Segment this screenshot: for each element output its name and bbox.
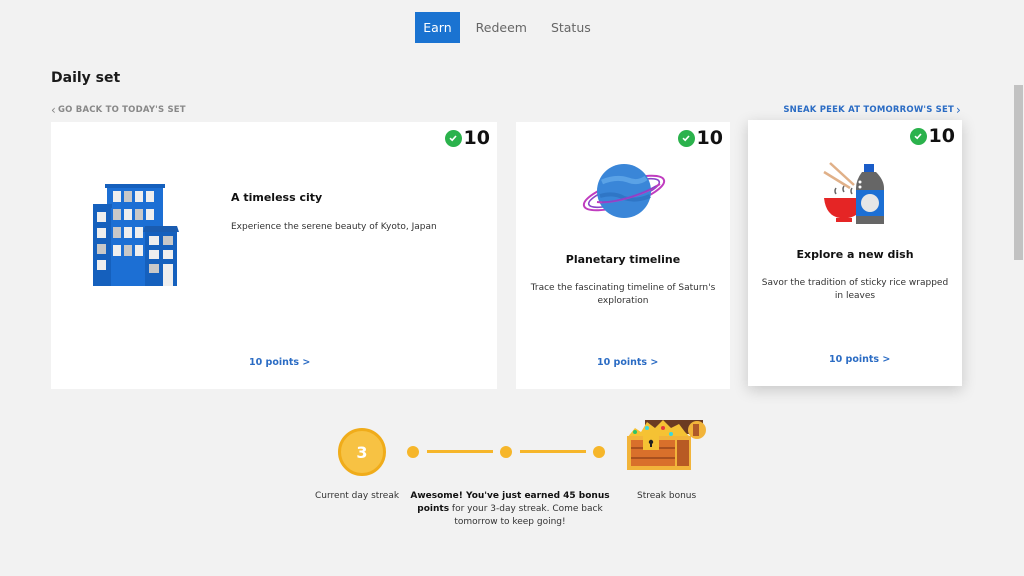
streak-dot: [500, 446, 512, 458]
go-back-link[interactable]: ‹ GO BACK TO TODAY'S SET: [51, 103, 186, 117]
card-points-link[interactable]: 10 points >: [249, 357, 310, 368]
streak-dot: [407, 446, 419, 458]
streak-message-rest: for your 3-day streak. Come back tomorro…: [449, 504, 603, 527]
tab-earn[interactable]: Earn: [415, 12, 460, 43]
scroll-thumb[interactable]: [1014, 85, 1023, 260]
card-points-link[interactable]: 10 points >: [597, 357, 658, 368]
card-title: A timeless city: [231, 191, 323, 204]
section-title: Daily set: [51, 70, 121, 86]
treasure-chest-icon: [627, 420, 706, 470]
chevron-left-icon: ‹: [51, 103, 56, 117]
card-description: Experience the serene beauty of Kyoto, J…: [231, 222, 437, 232]
card-points-link[interactable]: 10 points >: [829, 354, 890, 365]
tab-status[interactable]: Status: [543, 12, 599, 43]
points-badge: 10: [444, 127, 490, 149]
food-drink-icon: [823, 162, 884, 224]
daily-card-city[interactable]: 10 A timeless city Experience the serene…: [51, 122, 497, 389]
chevron-right-icon: ›: [956, 103, 961, 117]
card-description: Trace the fascinating timeline of Saturn…: [530, 283, 716, 306]
check-icon: [909, 127, 927, 145]
tab-redeem[interactable]: Redeem: [468, 12, 535, 43]
card-description: Savor the tradition of sticky rice wrapp…: [761, 278, 949, 301]
sneak-peek-label: SNEAK PEEK AT TOMORROW'S SET: [783, 105, 954, 115]
daily-card-dish[interactable]: 10 Explore a new dish Savor the traditio…: [748, 120, 962, 386]
sneak-peek-link[interactable]: SNEAK PEEK AT TOMORROW'S SET ›: [783, 103, 961, 117]
card-title: Explore a new dish: [796, 248, 914, 261]
streak-line: [520, 450, 586, 453]
points-badge: 10: [909, 125, 955, 147]
planet-icon: [582, 164, 666, 218]
badge-points: 10: [928, 125, 955, 147]
page-scrollbar[interactable]: [1012, 0, 1024, 576]
check-icon: [444, 129, 462, 147]
streak-dot: [593, 446, 605, 458]
go-back-label: GO BACK TO TODAY'S SET: [58, 105, 186, 115]
card-title: Planetary timeline: [565, 253, 681, 266]
streak-count-badge: 3: [338, 428, 386, 476]
streak-bonus-label: Streak bonus: [637, 491, 697, 501]
streak-line: [427, 450, 493, 453]
streak-message: Awesome! You've just earned 45 bonus poi…: [410, 490, 610, 529]
badge-points: 10: [463, 127, 490, 149]
top-nav: Earn Redeem Status: [0, 12, 1014, 43]
badge-points: 10: [696, 127, 723, 149]
building-icon: [93, 184, 179, 286]
check-icon: [677, 129, 695, 147]
points-badge: 10: [677, 127, 723, 149]
daily-card-planet[interactable]: 10 Planetary timeline Trace the fascinat…: [516, 122, 730, 389]
current-streak-label: Current day streak: [315, 491, 400, 501]
